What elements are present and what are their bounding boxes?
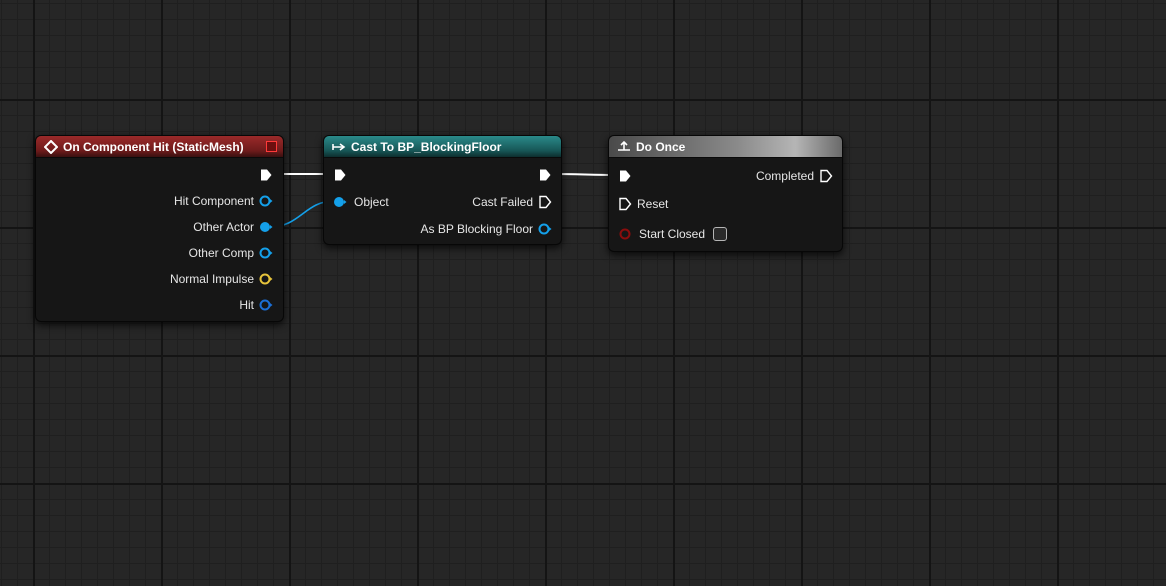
pin-row-completed: Completed: [756, 168, 833, 184]
pin-label-completed: Completed: [755, 169, 814, 183]
red-square-delegate-icon[interactable]: [266, 141, 277, 152]
exec-output-pin-hollow[interactable]: [538, 195, 552, 209]
bool-pin-hollow[interactable]: [618, 227, 632, 241]
do-once-icon: [617, 140, 631, 154]
object-pin-hollow[interactable]: [259, 246, 273, 260]
blueprint-graph[interactable]: On Component Hit (StaticMesh) Hit Compon…: [0, 0, 1166, 586]
node-on-component-hit[interactable]: On Component Hit (StaticMesh) Hit Compon…: [35, 135, 284, 322]
exec-output-pin[interactable]: [538, 168, 552, 182]
exec-output-pin[interactable]: [259, 168, 273, 182]
node-do-once[interactable]: Do Once Completed Reset Start Closed: [608, 135, 843, 252]
pin-row-start-closed: Start Closed: [618, 226, 728, 242]
node-cast-to[interactable]: Cast To BP_BlockingFloor Object Cast Fai…: [323, 135, 562, 245]
pin-label-start-closed: Start Closed: [639, 227, 706, 241]
node-title: Cast To BP_BlockingFloor: [351, 139, 502, 154]
exec-input-pin-hollow[interactable]: [618, 197, 632, 211]
start-closed-checkbox[interactable]: [713, 227, 728, 241]
pin-row-as-bp: As BP Blocking Floor: [421, 221, 553, 237]
pin-label-as-bp-blocking-floor: As BP Blocking Floor: [420, 222, 534, 236]
pin-row-other-comp: Other Comp: [189, 245, 273, 261]
exec-input-pin[interactable]: [333, 168, 347, 182]
pin-row-normal-impulse: Normal Impulse: [170, 271, 273, 287]
object-pin-connected[interactable]: [333, 195, 347, 209]
pin-label-object: Object: [354, 195, 389, 209]
node-header[interactable]: Do Once: [609, 136, 842, 158]
struct-pin-hollow[interactable]: [259, 298, 273, 312]
pin-row-cast-failed: Cast Failed: [472, 194, 552, 210]
exec-output-row: [538, 167, 552, 183]
object-pin-hollow[interactable]: [538, 222, 552, 236]
node-title: Do Once: [636, 139, 686, 154]
pin-label-hit-component: Hit Component: [173, 194, 254, 208]
object-pin-connected[interactable]: [259, 220, 273, 234]
pin-label-normal-impulse: Normal Impulse: [169, 272, 254, 286]
node-header[interactable]: On Component Hit (StaticMesh): [36, 136, 283, 158]
pin-label-hit: Hit: [239, 298, 254, 312]
exec-output-row: [259, 167, 273, 183]
pin-row-other-actor: Other Actor: [193, 219, 273, 235]
pin-label-cast-failed: Cast Failed: [472, 195, 533, 209]
pin-label-reset: Reset: [637, 197, 669, 211]
pin-row-hit-component: Hit Component: [174, 193, 273, 209]
pin-row-hit: Hit: [239, 297, 273, 313]
exec-output-pin-hollow[interactable]: [819, 169, 833, 183]
node-header[interactable]: Cast To BP_BlockingFloor: [324, 136, 561, 158]
cast-arrow-icon: [332, 140, 346, 154]
pin-row-object: Object: [333, 194, 389, 210]
vector-pin-hollow[interactable]: [259, 272, 273, 286]
object-pin-hollow[interactable]: [259, 194, 273, 208]
exec-input-pin[interactable]: [618, 169, 632, 183]
node-title: On Component Hit (StaticMesh): [63, 139, 244, 154]
pin-label-other-comp: Other Comp: [188, 246, 254, 260]
diamond-event-icon: [44, 139, 58, 154]
pin-label-other-actor: Other Actor: [193, 220, 254, 234]
pin-row-reset: Reset: [618, 196, 668, 212]
exec-input-row: [618, 168, 632, 184]
exec-input-row: [333, 167, 347, 183]
